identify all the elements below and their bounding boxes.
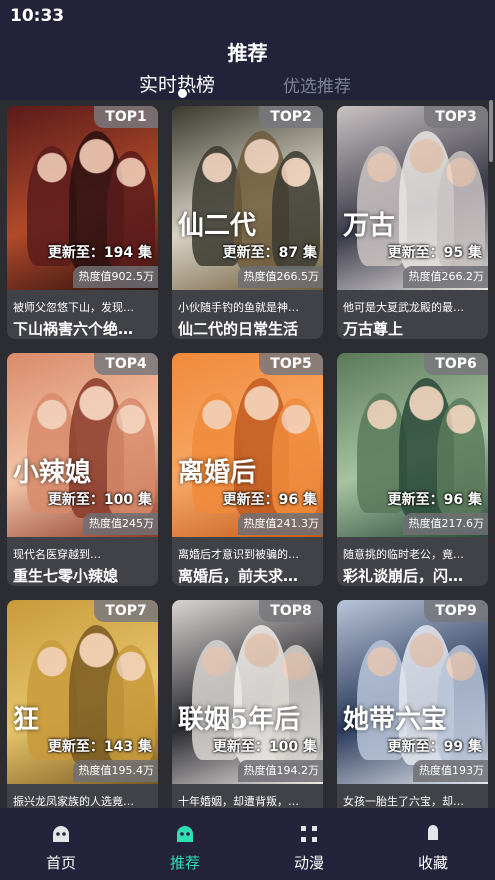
heat-value: 热度值241.3万	[237, 513, 323, 535]
poster-title-art: 她带六宝	[343, 705, 448, 735]
heat-value: 热度值266.5万	[237, 266, 323, 288]
drama-title: 离婚后，前夫求…	[178, 567, 299, 585]
rank-badge: TOP8	[259, 600, 323, 622]
episode-count: 更新至：100 集	[47, 492, 152, 508]
poster-title-art: 万古	[343, 211, 396, 241]
drama-card[interactable]: 小辣媳 TOP4 更新至：100 集热度值245万现代名医穿越到… 重生七零小辣媳	[7, 353, 158, 586]
heat-value: 热度值266.2万	[402, 266, 488, 288]
rank-badge: TOP6	[424, 353, 488, 375]
episode-count: 更新至：99 集	[387, 739, 482, 755]
rank-badge: TOP7	[94, 600, 158, 622]
rank-badge: TOP2	[259, 106, 323, 128]
rank-badge: TOP9	[424, 600, 488, 622]
episode-count: 更新至：143 集	[47, 739, 152, 755]
drama-card[interactable]: TOP6 更新至：96 集热度值217.6万随意挑的临时老公，竟… 彩礼谈崩后，闪…	[337, 353, 488, 586]
poster-image	[337, 353, 488, 537]
ghost-icon	[174, 824, 196, 848]
drama-card[interactable]: 离婚后 TOP5 更新至：96 集热度值241.3万离婚后才意识到被骗的… 离婚后，前…	[172, 353, 323, 586]
nav-item-anime[interactable]: 动漫	[247, 808, 371, 880]
drama-card[interactable]: 她带六宝 TOP9 更新至：99 集热度值193万女孩一胎生了六宝，却…	[337, 600, 488, 808]
episode-count: 更新至：194 集	[47, 245, 152, 261]
rank-badge: TOP5	[259, 353, 323, 375]
bookmark-icon	[422, 824, 444, 848]
poster-image: 小辣媳	[7, 353, 158, 537]
rank-badge: TOP4	[94, 353, 158, 375]
rank-badge: TOP1	[94, 106, 158, 128]
heat-value: 热度值193万	[413, 760, 488, 782]
drama-title: 仙二代的日常生活	[178, 320, 299, 338]
poster-image: 仙二代	[172, 106, 323, 290]
drama-title: 重生七零小辣媳	[13, 567, 119, 585]
episode-count: 更新至：96 集	[222, 492, 317, 508]
poster-image: 万古	[337, 106, 488, 290]
header: 10:33 推荐 实时热榜 优选推荐	[0, 0, 495, 100]
ghost-icon	[50, 824, 72, 848]
drama-card[interactable]: 万古 TOP3 更新至：95 集热度值266.2万他可是大夏武龙殿的最… 万古尊上	[337, 106, 488, 339]
episode-count: 更新至：100 集	[212, 739, 317, 755]
episode-count: 更新至：96 集	[387, 492, 482, 508]
drama-description: 现代名医穿越到…	[13, 548, 101, 561]
heat-value: 热度值194.2万	[237, 760, 323, 782]
nav-item-home[interactable]: 首页	[0, 808, 123, 880]
nav-label: 收藏	[417, 854, 448, 872]
drama-description: 女孩一胎生了六宝，却…	[343, 795, 464, 808]
episode-count: 更新至：87 集	[222, 245, 317, 261]
heat-value: 热度值245万	[83, 513, 158, 535]
drama-description: 随意挑的临时老公，竟…	[343, 548, 464, 561]
poster-title-art: 离婚后	[178, 458, 257, 488]
tab-hot-list[interactable]: 实时热榜	[139, 70, 215, 97]
drama-card[interactable]: TOP1 更新至：194 集热度值902.5万被师父忽悠下山，发现… 下山祸害六个绝…	[7, 106, 158, 339]
drama-description: 振兴龙凤家族的人选竟…	[13, 795, 134, 808]
drama-card[interactable]: 联姻5年后 TOP8 更新至：100 集热度值194.2万十年婚姻，却遭背叛，…	[172, 600, 323, 808]
tab-recommended[interactable]: 优选推荐	[283, 72, 351, 97]
episode-count: 更新至：95 集	[387, 245, 482, 261]
drama-description: 他可是大夏武龙殿的最…	[343, 301, 464, 314]
drama-card[interactable]: 仙二代 TOP2 更新至：87 集热度值266.5万小伙随手钓的鱼就是神… 仙二代的日…	[172, 106, 323, 339]
drama-card[interactable]: 狂 TOP7 更新至：143 集热度值195.4万振兴龙凤家族的人选竟…	[7, 600, 158, 808]
active-tab-indicator	[178, 89, 187, 98]
drama-description: 被师父忽悠下山，发现…	[13, 301, 134, 314]
poster-image: 离婚后	[172, 353, 323, 537]
poster-image: 她带六宝	[337, 600, 488, 784]
poster-image: 联姻5年后	[172, 600, 323, 784]
nav-label: 推荐	[169, 854, 200, 872]
poster-title-art: 狂	[13, 705, 40, 735]
poster-title-art: 仙二代	[178, 211, 257, 241]
nav-item-recommend[interactable]: 推荐	[123, 808, 247, 880]
nav-label: 动漫	[293, 854, 324, 872]
poster-title-art: 小辣媳	[13, 458, 92, 488]
poster-image	[7, 106, 158, 290]
drama-title: 万古尊上	[343, 320, 404, 338]
drama-title: 彩礼谈崩后，闪…	[343, 567, 464, 585]
heat-value: 热度值217.6万	[402, 513, 488, 535]
poster-title-art: 联姻5年后	[178, 705, 301, 735]
drama-grid: TOP1 更新至：194 集热度值902.5万被师父忽悠下山，发现… 下山祸害六个绝…	[0, 100, 495, 808]
scrollbar[interactable]	[489, 100, 493, 162]
drama-description: 小伙随手钓的鱼就是神…	[178, 301, 299, 314]
poster-image: 狂	[7, 600, 158, 784]
rank-badge: TOP3	[424, 106, 488, 128]
heat-value: 热度值195.4万	[72, 760, 158, 782]
drama-title: 下山祸害六个绝…	[13, 320, 134, 338]
nav-label: 首页	[45, 854, 76, 872]
drama-description: 十年婚姻，却遭背叛，…	[178, 795, 299, 808]
bottom-nav: 首页 推荐 动漫 收藏	[0, 808, 495, 880]
status-time: 10:33	[10, 6, 65, 26]
grid-corners-icon	[298, 824, 320, 848]
page-title: 推荐	[227, 41, 268, 65]
drama-description: 离婚后才意识到被骗的…	[178, 548, 299, 561]
nav-item-favorites[interactable]: 收藏	[371, 808, 495, 880]
heat-value: 热度值902.5万	[72, 266, 158, 288]
